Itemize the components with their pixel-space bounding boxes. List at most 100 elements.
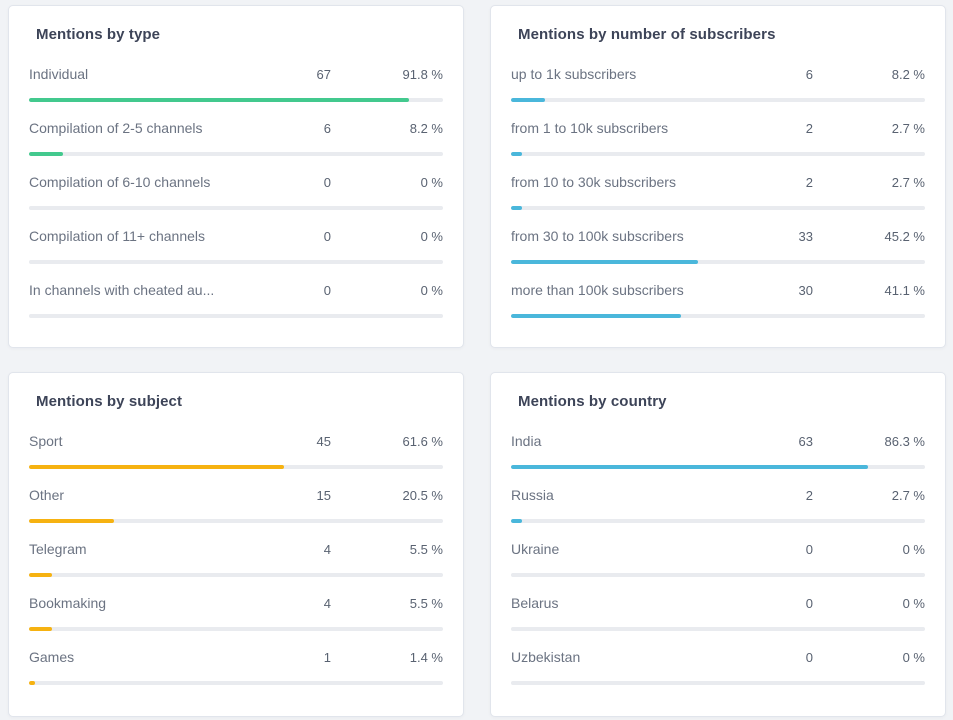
row-percent: 8.2 %	[813, 67, 925, 82]
stat-row: up to 1k subscribers 6 8.2 %	[511, 66, 925, 102]
row-percent: 0 %	[331, 175, 443, 190]
progress-bar-track	[511, 573, 925, 577]
row-percent: 41.1 %	[813, 283, 925, 298]
row-count: 0	[753, 650, 813, 665]
row-percent: 1.4 %	[331, 650, 443, 665]
row-label: Uzbekistan	[511, 649, 753, 665]
row-count: 0	[271, 283, 331, 298]
stat-row: from 1 to 10k subscribers 2 2.7 %	[511, 120, 925, 156]
row-label: Games	[29, 649, 271, 665]
row-label: Compilation of 11+ channels	[29, 228, 271, 244]
stat-row-header: Compilation of 6-10 channels 0 0 %	[29, 174, 443, 194]
stat-row: Sport 45 61.6 %	[29, 433, 443, 469]
stat-row: Compilation of 11+ channels 0 0 %	[29, 228, 443, 264]
row-label: Telegram	[29, 541, 271, 557]
progress-bar-track	[511, 152, 925, 156]
progress-bar-track	[29, 573, 443, 577]
stat-row-header: from 30 to 100k subscribers 33 45.2 %	[511, 228, 925, 248]
progress-bar-track	[29, 206, 443, 210]
stat-card-mentions-by-subject: Mentions by subject Sport 45 61.6 % Othe…	[8, 372, 464, 717]
row-label: from 30 to 100k subscribers	[511, 228, 753, 244]
row-percent: 91.8 %	[331, 67, 443, 82]
stat-row-header: Individual 67 91.8 %	[29, 66, 443, 86]
stat-row-header: Russia 2 2.7 %	[511, 487, 925, 507]
stat-row-header: Belarus 0 0 %	[511, 595, 925, 615]
row-percent: 5.5 %	[331, 542, 443, 557]
row-percent: 0 %	[813, 542, 925, 557]
row-count: 15	[271, 488, 331, 503]
row-label: Compilation of 6-10 channels	[29, 174, 271, 190]
progress-bar-track	[511, 260, 925, 264]
row-label: India	[511, 433, 753, 449]
stat-row-header: Bookmaking 4 5.5 %	[29, 595, 443, 615]
row-percent: 0 %	[331, 283, 443, 298]
progress-bar-track	[29, 98, 443, 102]
row-count: 67	[271, 67, 331, 82]
stat-row: Individual 67 91.8 %	[29, 66, 443, 102]
row-label: from 1 to 10k subscribers	[511, 120, 753, 136]
row-count: 1	[271, 650, 331, 665]
row-count: 0	[753, 596, 813, 611]
row-count: 2	[753, 488, 813, 503]
progress-bar-fill	[511, 314, 681, 318]
stat-row-header: from 1 to 10k subscribers 2 2.7 %	[511, 120, 925, 140]
row-count: 30	[753, 283, 813, 298]
progress-bar-track	[29, 627, 443, 631]
row-percent: 61.6 %	[331, 434, 443, 449]
stat-rows: Individual 67 91.8 % Compilation of 2-5 …	[29, 66, 443, 318]
progress-bar-track	[511, 519, 925, 523]
stat-row-header: Ukraine 0 0 %	[511, 541, 925, 561]
row-label: up to 1k subscribers	[511, 66, 753, 82]
stat-row: Other 15 20.5 %	[29, 487, 443, 523]
stat-row: Uzbekistan 0 0 %	[511, 649, 925, 685]
row-percent: 45.2 %	[813, 229, 925, 244]
stat-row-header: more than 100k subscribers 30 41.1 %	[511, 282, 925, 302]
progress-bar-fill	[511, 260, 698, 264]
stat-rows: up to 1k subscribers 6 8.2 % from 1 to 1…	[511, 66, 925, 318]
progress-bar-track	[511, 627, 925, 631]
stat-row: more than 100k subscribers 30 41.1 %	[511, 282, 925, 318]
row-count: 2	[753, 121, 813, 136]
stat-card-mentions-by-type: Mentions by type Individual 67 91.8 % Co…	[8, 5, 464, 348]
row-count: 2	[753, 175, 813, 190]
stat-row-header: Uzbekistan 0 0 %	[511, 649, 925, 669]
stat-rows: Sport 45 61.6 % Other 15 20.5 % Telegram…	[29, 433, 443, 685]
stat-row-header: Other 15 20.5 %	[29, 487, 443, 507]
stat-row: Belarus 0 0 %	[511, 595, 925, 631]
card-title: Mentions by type	[36, 26, 443, 43]
progress-bar-track	[511, 681, 925, 685]
progress-bar-fill	[511, 206, 522, 210]
row-count: 45	[271, 434, 331, 449]
progress-bar-fill	[511, 519, 522, 523]
stat-row: from 30 to 100k subscribers 33 45.2 %	[511, 228, 925, 264]
progress-bar-track	[511, 465, 925, 469]
row-label: Belarus	[511, 595, 753, 611]
row-count: 6	[753, 67, 813, 82]
row-percent: 5.5 %	[331, 596, 443, 611]
row-label: Individual	[29, 66, 271, 82]
row-percent: 2.7 %	[813, 488, 925, 503]
stat-row: Bookmaking 4 5.5 %	[29, 595, 443, 631]
row-count: 0	[271, 175, 331, 190]
progress-bar-track	[29, 681, 443, 685]
row-label: In channels with cheated au...	[29, 282, 271, 298]
stat-row: India 63 86.3 %	[511, 433, 925, 469]
row-count: 4	[271, 542, 331, 557]
row-label: Sport	[29, 433, 271, 449]
progress-bar-fill	[29, 573, 52, 577]
row-percent: 0 %	[813, 650, 925, 665]
progress-bar-track	[511, 314, 925, 318]
progress-bar-fill	[29, 519, 114, 523]
progress-bar-track	[29, 519, 443, 523]
stat-row: Ukraine 0 0 %	[511, 541, 925, 577]
mentions-dashboard: Mentions by type Individual 67 91.8 % Co…	[0, 0, 953, 720]
stat-rows: India 63 86.3 % Russia 2 2.7 % Ukraine 0…	[511, 433, 925, 685]
stat-row-header: Compilation of 11+ channels 0 0 %	[29, 228, 443, 248]
row-label: Ukraine	[511, 541, 753, 557]
progress-bar-track	[511, 206, 925, 210]
row-label: Other	[29, 487, 271, 503]
row-label: from 10 to 30k subscribers	[511, 174, 753, 190]
progress-bar-track	[29, 152, 443, 156]
stat-row-header: from 10 to 30k subscribers 2 2.7 %	[511, 174, 925, 194]
stat-row-header: Sport 45 61.6 %	[29, 433, 443, 453]
